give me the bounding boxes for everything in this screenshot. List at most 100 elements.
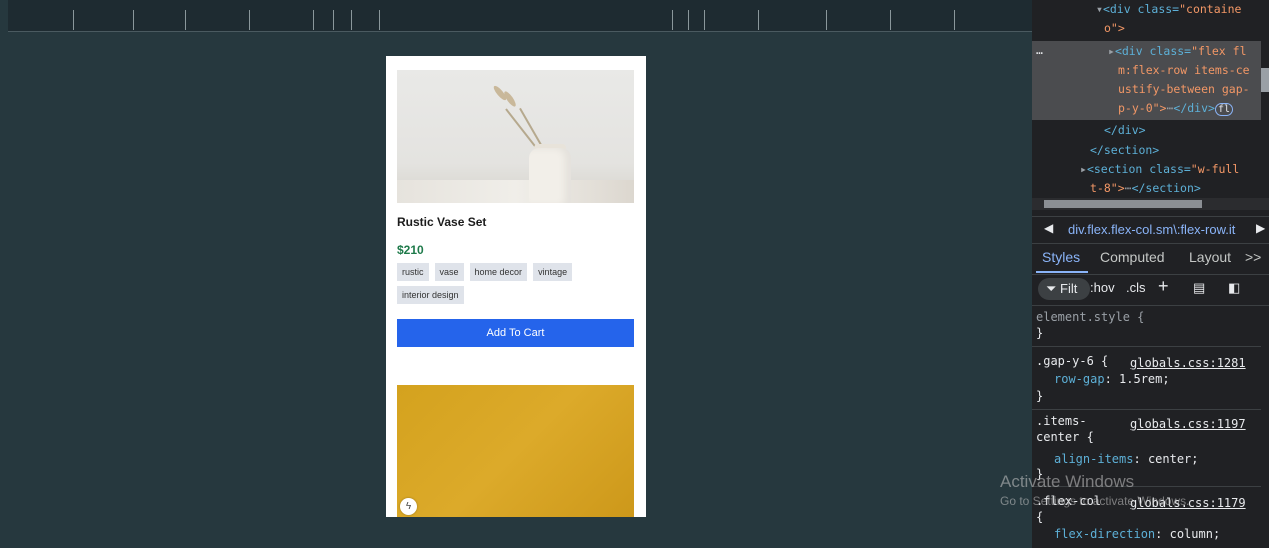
dom-attr-value: t-8"> [1090,181,1125,195]
active-tab-indicator [1036,271,1088,273]
css-value: 1.5rem; [1119,372,1170,386]
dom-tag[interactable]: </div> [1104,121,1146,140]
devtools-panel: ▾<div class="containe o"> … ▸<div class=… [1032,0,1269,548]
dom-horizontal-scrollbar[interactable] [1032,198,1269,210]
rule-selector[interactable]: .flex-col [1036,493,1101,509]
css-value: column; [1169,527,1221,541]
product-name: Rustic Vase Set [397,215,487,229]
bolt-icon[interactable]: ϟ [400,498,417,515]
collapsed-ellipsis-icon[interactable]: ⋯ [1125,181,1132,195]
dom-node[interactable]: ▾<div class="containe [1096,0,1241,19]
image-cloth [397,180,634,203]
breadcrumb-item[interactable]: div.flex.flex-col.sm\:flex-row.it [1068,222,1235,237]
expand-arrow-icon[interactable]: ▸ [1108,44,1115,58]
tab-computed[interactable]: Computed [1100,249,1165,265]
ruler-tick [185,10,186,30]
product-card: Rustic Vase Set $210 rustic vase home de… [386,56,646,517]
image-vase [529,148,571,203]
add-to-cart-button[interactable]: Add To Cart [397,319,634,347]
flex-badge[interactable]: fl [1214,103,1233,116]
horizontal-scroll-thumb[interactable] [1044,200,1202,208]
ruler-tick [758,10,759,30]
element-style-selector[interactable]: element.style { [1036,309,1144,325]
rule-selector[interactable]: .items- [1036,413,1087,429]
breadcrumb-left-arrow-icon[interactable]: ◀ [1044,221,1053,235]
source-link[interactable]: globals.css:1179 [1130,495,1246,511]
dom-tag: </section> [1131,181,1201,195]
dom-node-line: t-8">⋯</section> [1090,179,1201,198]
style-declaration[interactable]: row-gap: 1.5rem; [1054,371,1170,387]
dom-tag: <div class= [1114,44,1192,58]
css-property: align-items [1054,452,1134,466]
source-link[interactable]: globals.css:1197 [1130,416,1246,432]
add-rule-button[interactable]: + [1158,276,1169,297]
tag-chip[interactable]: vintage [533,263,573,281]
dom-attr-value: m:flex-row items-ce [1118,63,1250,77]
breadcrumb: ◀ div.flex.flex-col.sm\:flex-row.it ▶ [1032,216,1269,244]
dom-tag: <div class= [1102,2,1180,16]
tag-chip[interactable]: vase [434,263,464,281]
style-declaration[interactable]: flex-direction: column; [1054,526,1220,542]
ruler-tick [133,10,134,30]
ruler-tick [954,10,955,30]
dom-tree: ▾<div class="containe o"> … ▸<div class=… [1032,0,1261,198]
dom-node-line: p-y-0">⋯</div> fl [1118,99,1233,119]
product-price: $210 [397,243,424,257]
rule-selector[interactable]: .gap-y-6 { [1036,353,1108,369]
ruler-tick [249,10,250,30]
css-value: center; [1147,452,1199,466]
css-property: flex-direction [1054,527,1156,541]
dom-attr-value: p-y-0"> [1118,101,1167,115]
hov-button[interactable]: :hov [1090,280,1115,295]
tag-list: rustic vase home decor vintage interior … [397,263,627,304]
dom-tag: <section class= [1086,162,1191,176]
tag-chip[interactable]: home decor [469,263,528,281]
filter-placeholder: Filt [1060,281,1078,296]
rule-separator [1032,486,1261,487]
style-declaration[interactable]: align-items: center; [1054,451,1199,467]
rule-selector[interactable]: center { [1036,429,1094,445]
dom-node-selected[interactable]: ▸<div class="flex fl [1108,42,1247,61]
dom-scroll-thumb[interactable] [1261,68,1269,92]
responsive-ruler [8,0,1032,32]
css-property: row-gap [1054,372,1105,386]
dom-attr-value: o"> [1104,21,1125,35]
styles-tab-bar: Styles Computed Layout >> [1032,243,1269,275]
ruler-tick [333,10,334,30]
dom-vertical-scrollbar[interactable] [1261,0,1269,198]
dom-attr-value: ustify-between gap- [1118,82,1250,96]
tag-chip[interactable]: rustic [397,263,429,281]
cls-button[interactable]: .cls [1126,280,1146,295]
styles-pane: element.style { } .gap-y-6 { globals.css… [1032,306,1261,548]
product-image[interactable] [397,70,634,203]
page-preview-area: Rustic Vase Set $210 rustic vase home de… [0,0,1032,548]
tag-chip[interactable]: interior design [397,286,464,304]
more-tabs-icon[interactable]: >> [1245,249,1261,265]
rule-close: } [1036,389,1044,403]
dom-attr-value: "containe [1179,2,1242,16]
rule-separator [1032,409,1261,410]
ruler-tick [379,10,380,30]
sidebar-toggle-icon[interactable]: ◧ [1228,280,1240,296]
tab-styles[interactable]: Styles [1042,249,1080,265]
dom-tag[interactable]: </section> [1090,141,1159,160]
rule-close: } [1036,326,1044,340]
dom-attr-value: "flex fl [1191,44,1247,58]
expand-arrow-icon[interactable]: ▸ [1080,162,1087,176]
tab-layout[interactable]: Layout [1189,249,1231,265]
dom-node[interactable]: ▸<section class="w-full [1080,160,1239,179]
ruler-tick [826,10,827,30]
ruler-tick [73,10,74,30]
ruler-tick [688,10,689,30]
collapse-arrow-icon[interactable]: ▾ [1096,2,1103,16]
ruler-tick [704,10,705,30]
paint-icon[interactable]: ▤ [1193,280,1205,296]
ruler-tick [351,10,352,30]
product-image-2[interactable] [397,385,634,517]
source-link[interactable]: globals.css:1281 [1130,355,1246,371]
breadcrumb-right-arrow-icon[interactable]: ▶ [1256,221,1265,235]
ruler-tick [313,10,314,30]
filter-input[interactable]: ⏷ Filt [1038,278,1090,300]
rule-separator [1032,346,1261,347]
more-actions-icon[interactable]: … [1036,41,1043,60]
